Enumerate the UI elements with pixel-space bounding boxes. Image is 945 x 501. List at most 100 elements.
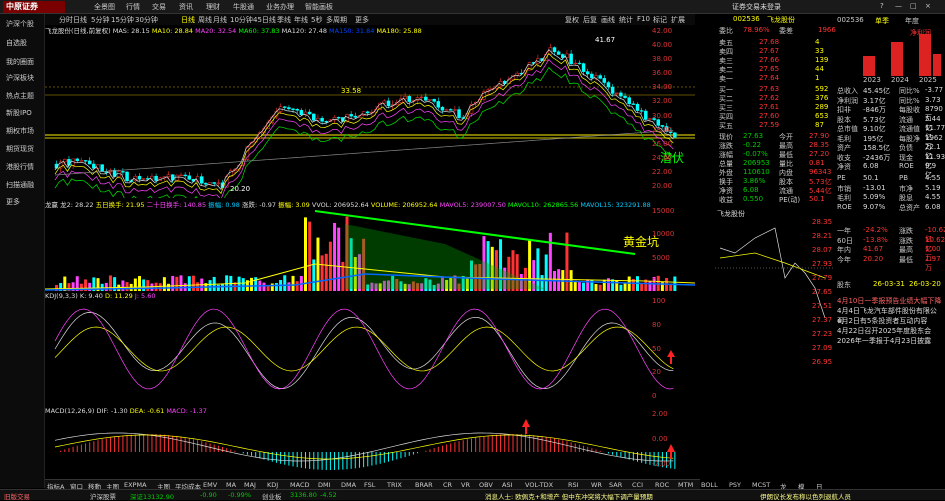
indicator-tab[interactable]: PSY xyxy=(729,481,741,489)
indicator-tab[interactable]: MCST xyxy=(752,481,770,489)
expand-button[interactable]: 扩展 xyxy=(671,15,685,25)
indicator-tab[interactable]: DMA xyxy=(341,481,356,489)
tab-month[interactable]: 月线 xyxy=(213,15,227,25)
indicator-tab[interactable]: RSI xyxy=(568,481,579,489)
ratio-label: 委比 xyxy=(719,26,733,36)
status-sz-chg: -0.90 xyxy=(200,491,217,499)
tab-45day[interactable]: 45日线 xyxy=(253,15,276,25)
tab-multi[interactable]: 多周期 xyxy=(326,15,347,25)
quote-row: 买一27.63592 xyxy=(715,85,835,94)
quote-row: 买三27.61289 xyxy=(715,103,835,112)
indicator-tab[interactable]: CCI xyxy=(632,481,643,489)
dates-v2: 26-03-20 xyxy=(909,280,941,288)
indicator-tab[interactable]: KDJ xyxy=(267,481,278,489)
intraday-mini-chart[interactable]: 飞龙股份 28.3528.2128.0727.9327.7927.6527.51… xyxy=(715,209,835,299)
news-item[interactable]: 4月22日召开2025年度股东会 xyxy=(837,326,943,336)
menu-overview[interactable]: 全景图 xyxy=(94,2,115,12)
help-button[interactable]: ? xyxy=(880,2,884,10)
f10-button[interactable]: F10 xyxy=(637,15,650,23)
axis-tick: 0 xyxy=(652,277,656,285)
kline-chart[interactable]: 飞龙股份(日线,前复权) MAS: 28.15 MA10: 28.84 MA20… xyxy=(45,25,695,198)
indicator-tab[interactable]: ROC xyxy=(655,481,669,489)
news-item[interactable]: 2026年一季报于4月23日披露 xyxy=(837,336,943,346)
stats-button[interactable]: 统计 xyxy=(619,15,633,25)
mark-button[interactable]: 标记 xyxy=(653,15,667,25)
tab-10min[interactable]: 10分钟 xyxy=(230,15,253,25)
tab-daily-active[interactable]: 日线 xyxy=(181,15,195,25)
tab-timeshare[interactable]: 分时 xyxy=(59,15,73,25)
menu-trade[interactable]: 交易 xyxy=(152,2,166,12)
axis-tick: 20 xyxy=(652,368,661,376)
news-item[interactable]: 4月2日有5条投资者互动内容 xyxy=(837,316,943,326)
tab-week[interactable]: 周线 xyxy=(198,15,212,25)
tab-5min[interactable]: 5分钟 xyxy=(91,15,109,25)
minimize-button[interactable]: — xyxy=(895,2,902,10)
quote-row: 买二27.62376 xyxy=(715,94,835,103)
indicator-tab[interactable]: BRAR xyxy=(415,481,433,489)
indicator-tab[interactable]: MTM xyxy=(678,481,693,489)
tab-quarter[interactable]: 季线 xyxy=(277,15,291,25)
maInfo-item: MAS: 28.15 xyxy=(113,27,152,35)
volume-panel[interactable]: 龙赢 龙2: 28.22 五日换手: 21.95 二十日换手: 140.85 振… xyxy=(45,199,695,291)
maximize-button[interactable]: □ xyxy=(910,2,917,10)
sidebar-item-futures[interactable]: 期货现货 xyxy=(6,144,34,154)
indicator-tab[interactable]: SAR xyxy=(609,481,622,489)
news-item[interactable]: 4月10日一季报预告业绩大幅下降 xyxy=(837,296,943,306)
sidebar-item-scan[interactable]: 扫描通融 xyxy=(6,180,34,190)
menu-stock-pick[interactable]: 牛股通 xyxy=(233,2,254,12)
indicator-tab[interactable]: BOLL xyxy=(701,481,718,489)
macd-panel[interactable]: MACD(12,26,9) DIF: -1.30 DEA: -0.61 MACD… xyxy=(45,407,695,479)
tab-5sec[interactable]: 5秒 xyxy=(311,15,322,25)
sidebar-item-more[interactable]: 更多 xyxy=(6,197,20,207)
indicator-tab[interactable]: ASI xyxy=(502,481,513,489)
quote-stat-row: 收益0.550PE(动)50.1 xyxy=(715,195,835,204)
draw-line-button[interactable]: 画线 xyxy=(601,15,615,25)
tab-15min[interactable]: 15分钟 xyxy=(111,15,134,25)
sidebar-item-options[interactable]: 期权市场 xyxy=(6,126,34,136)
indicator-tab[interactable]: VOL-TDX xyxy=(525,481,553,489)
sidebar-item-hot-topics[interactable]: 热点主题 xyxy=(6,91,34,101)
indicator-tab[interactable]: MAJ xyxy=(244,481,256,489)
post-restore-button[interactable]: 后复 xyxy=(583,15,597,25)
indicator-tab[interactable]: EMV xyxy=(203,481,217,489)
indicator-tab[interactable]: EXPMA xyxy=(124,481,147,489)
login-status[interactable]: 证券交易未登录 xyxy=(732,2,781,12)
axis-tick: 28.21 xyxy=(812,232,832,240)
menu-business[interactable]: 业务办理 xyxy=(266,2,294,12)
indicator-tab[interactable]: MA xyxy=(226,481,236,489)
year-2023: 2023 xyxy=(863,76,881,84)
tab-30min[interactable]: 30分钟 xyxy=(135,15,158,25)
status-bar: 旧版交易 沪深股票 深证13132.90 -0.90 -0.99% 创业板 31… xyxy=(0,489,945,500)
tab-more[interactable]: 更多 xyxy=(355,15,369,25)
kdj-panel[interactable]: KDJ(9,3,3) K: 9.40 D: 11.29 J: 5.60 xyxy=(45,292,695,406)
indicator-tab[interactable]: VR xyxy=(461,481,470,489)
menu-quotes[interactable]: 行情 xyxy=(126,2,140,12)
sidebar-item-sectors[interactable]: 沪深板块 xyxy=(6,73,34,83)
restore-rights-button[interactable]: 复权 xyxy=(565,15,579,25)
indicator-tab[interactable]: FSL xyxy=(364,481,375,489)
menu-finance[interactable]: 理财 xyxy=(206,2,220,12)
sidebar-item-watchlist[interactable]: 自选股 xyxy=(6,38,27,48)
indicator-tab[interactable]: CR xyxy=(443,481,452,489)
quote-stat-row: 涨跌-0.22最高28.35 xyxy=(715,141,835,150)
status-gem-val: 3136.80 xyxy=(290,491,317,499)
mid-label: 33.58 xyxy=(341,87,361,95)
indicator-tab[interactable]: OBV xyxy=(479,481,493,489)
sidebar-item-ipo[interactable]: 新股IPO xyxy=(6,108,32,118)
indicator-tab[interactable]: MACD xyxy=(290,481,309,489)
indicator-tab[interactable]: TRIX xyxy=(387,481,402,489)
sidebar-item-hk[interactable]: 港股行情 xyxy=(6,162,34,172)
indicator-tab[interactable]: WR xyxy=(591,481,602,489)
axis-tick: 28.35 xyxy=(812,218,832,226)
tab-year[interactable]: 年线 xyxy=(294,15,308,25)
maInfo-item: MA20: 32.54 xyxy=(195,27,238,35)
menu-news[interactable]: 资讯 xyxy=(179,2,193,12)
close-button[interactable]: × xyxy=(925,2,931,10)
indicator-tab[interactable]: DMI xyxy=(318,481,331,489)
sidebar-item-stocks[interactable]: 沪深个股 xyxy=(6,19,34,29)
axis-tick: 36.00 xyxy=(652,69,672,77)
axis-tick: 30.00 xyxy=(652,112,672,120)
sidebar-item-my-page[interactable]: 我的圈面 xyxy=(6,57,34,67)
menu-smart-board[interactable]: 智能画板 xyxy=(305,2,333,12)
tab-day[interactable]: 日线 xyxy=(73,15,87,25)
